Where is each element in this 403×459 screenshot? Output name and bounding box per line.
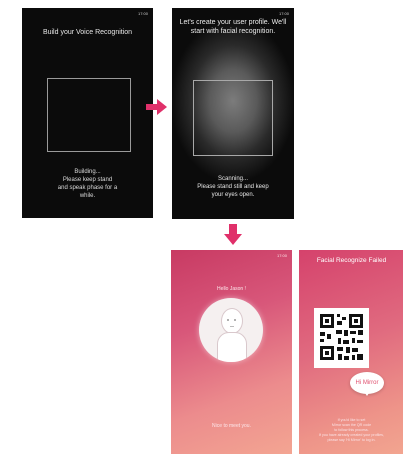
status-time: 17:00 <box>137 11 148 16</box>
recognition-frame <box>47 78 131 152</box>
avatar-head <box>221 308 243 334</box>
caption-line: Scanning... <box>217 176 249 182</box>
title-line: Let's create your user profile. We'll <box>179 19 287 26</box>
caption-line: your eyes open. <box>211 192 255 198</box>
title-line: start with facial recognition. <box>190 28 276 35</box>
screen-title: Let's create your user profile. We'll st… <box>172 18 294 36</box>
caption-line: Building... <box>74 169 101 175</box>
footer-text: Nice to meet you. <box>212 423 251 429</box>
avatar-eye <box>234 319 236 321</box>
arrow-right-icon <box>146 99 167 115</box>
status-time: 17:00 <box>276 253 287 258</box>
status-caption: Scanning... Please stand still and keep … <box>172 175 294 199</box>
bubble-tail <box>363 390 371 396</box>
instruction-line: please say 'Hi Mirror' to log in. <box>327 438 376 442</box>
voice-recognition-screen: 17:00 Build your Voice Recognition Build… <box>22 8 153 218</box>
bubble-label: Hi Mirror <box>355 380 379 386</box>
face-avatar-icon <box>199 298 263 362</box>
caption-line: Please keep stand <box>62 177 113 183</box>
status-caption: Building... Please keep stand and speak … <box>22 168 153 200</box>
status-time: 17:00 <box>278 11 289 16</box>
qr-code-card <box>314 308 369 368</box>
screen-title: Build your Voice Recognition <box>42 29 133 36</box>
avatar-mouth <box>230 326 234 327</box>
greeting-screen: 17:00 Hello Jason ! Nice to meet you. <box>171 250 292 454</box>
qr-code-icon[interactable] <box>314 308 369 368</box>
facial-scan-screen: 17:00 Let's create your user profile. We… <box>172 8 294 219</box>
arrow-down-icon <box>224 224 242 245</box>
recognize-failed-screen: Facial Recognize Failed Hi Mirror If you… <box>299 250 403 454</box>
recognition-frame <box>193 80 273 156</box>
screen-title: Facial Recognize Failed <box>316 257 387 264</box>
avatar-eye <box>227 319 229 321</box>
avatar-body <box>217 332 247 362</box>
greeting-text: Hello Jason ! <box>217 286 246 292</box>
instruction-text: If you'd like to set Mirror scan the QR … <box>303 418 400 443</box>
caption-line: while. <box>79 193 96 199</box>
caption-line: and speak phase for a <box>57 185 118 191</box>
caption-line: Please stand still and keep <box>197 184 269 190</box>
